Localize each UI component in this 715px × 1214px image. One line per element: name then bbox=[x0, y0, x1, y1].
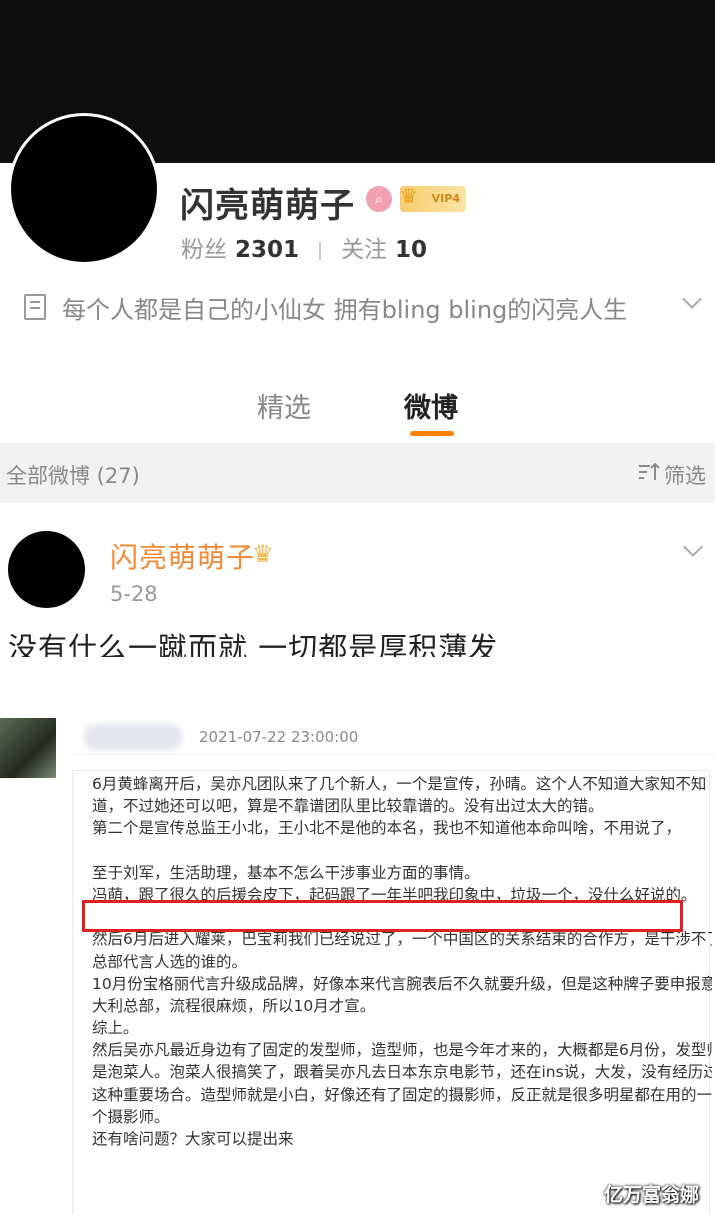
stats-divider bbox=[319, 241, 322, 260]
filter-button[interactable]: 筛选 bbox=[664, 460, 706, 490]
follow-count[interactable]: 10 bbox=[395, 237, 427, 263]
filter-icon[interactable] bbox=[638, 462, 660, 482]
embedded-line: 是泡菜人。泡菜人很搞笑了，跟着吴亦凡去日本东京电影节，还在ins说，大发，没有经… bbox=[92, 1063, 712, 1082]
crown-icon: ♛ bbox=[400, 184, 418, 208]
embedded-timestamp: 2021-07-22 23:00:00 bbox=[199, 728, 359, 746]
search-icon[interactable]: ⌕ bbox=[366, 186, 392, 212]
highlight-box bbox=[82, 900, 683, 932]
embedded-line: 10月份宝格丽代言升级成品牌，好像本来代言腕表后不久就要升级，但是这种牌子要申报… bbox=[92, 974, 712, 993]
embedded-line: 然后吴亦凡最近身边有了固定的发型师，造型师，也是今年才来的，大概都是6月份，发型… bbox=[92, 1041, 712, 1060]
embedded-line: 个摄影师。 bbox=[92, 1107, 170, 1126]
post-date: 5-28 bbox=[110, 582, 158, 606]
profile-bio: 每个人都是自己的小仙女 拥有bling bling的闪亮人生 bbox=[62, 296, 628, 324]
embedded-line: 至于刘军，生活助理，基本不怎么干涉事业方面的事情。 bbox=[92, 863, 480, 882]
post-text: 没有什么一蹴而就 一切都是厚积薄发 bbox=[8, 631, 499, 657]
fans-count[interactable]: 2301 bbox=[235, 237, 299, 263]
embedded-line: 大利总部，流程很麻烦，所以10月才宣。 bbox=[92, 996, 376, 1015]
embedded-line bbox=[92, 840, 712, 862]
document-icon bbox=[24, 294, 46, 320]
profile-stats: 粉丝 2301 关注 10 bbox=[181, 230, 427, 264]
embedded-line: 道，不过她还可以吧，算是不靠谱团队里比较靠谱的。没有出过太大的错。 bbox=[92, 797, 604, 816]
active-tab-indicator bbox=[410, 431, 454, 436]
post-avatar[interactable] bbox=[8, 531, 85, 608]
embedded-thumbnail bbox=[0, 718, 56, 778]
divider bbox=[72, 754, 715, 755]
embedded-line: 第二个是宣传总监王小北，王小北不是他的本名，我也不知道他本命叫啥，不用说了， bbox=[92, 819, 682, 838]
follow-label: 关注 bbox=[341, 237, 388, 263]
embedded-line: 总部代言人选的谁的。 bbox=[92, 952, 248, 971]
crown-icon: ♛ bbox=[252, 540, 274, 568]
chevron-down-icon[interactable] bbox=[682, 289, 702, 309]
embedded-line: 这种重要场合。造型师就是小白，好像还有了固定的摄影师，反正就是很多明星都在用的一 bbox=[92, 1085, 712, 1104]
tab-weibo[interactable]: 微博 bbox=[404, 386, 458, 425]
fans-label: 粉丝 bbox=[181, 237, 227, 263]
embedded-text: 6月黄蜂离开后，吴亦凡团队来了几个新人，一个是宣传，孙晴。这个人不知道大家知不知… bbox=[92, 773, 712, 1150]
embedded-line: 综上。 bbox=[92, 1019, 139, 1038]
profile-avatar[interactable] bbox=[8, 113, 160, 265]
all-posts-count[interactable]: 全部微博 (27) bbox=[6, 460, 140, 490]
profile-name: 闪亮萌萌子 bbox=[180, 186, 355, 226]
post-author[interactable]: 闪亮萌萌子 bbox=[110, 536, 255, 576]
watermark: 亿万富翁娜 bbox=[604, 1184, 700, 1206]
embedded-line: 还有啥问题？大家可以提出来 bbox=[92, 1130, 294, 1148]
blurred-username bbox=[84, 724, 182, 750]
tab-featured[interactable]: 精选 bbox=[257, 386, 311, 425]
chevron-down-icon[interactable] bbox=[683, 537, 703, 557]
embedded-line: 6月黄蜂离开后，吴亦凡团队来了几个新人，一个是宣传，孙晴。这个人不知道大家知不知 bbox=[92, 775, 707, 793]
